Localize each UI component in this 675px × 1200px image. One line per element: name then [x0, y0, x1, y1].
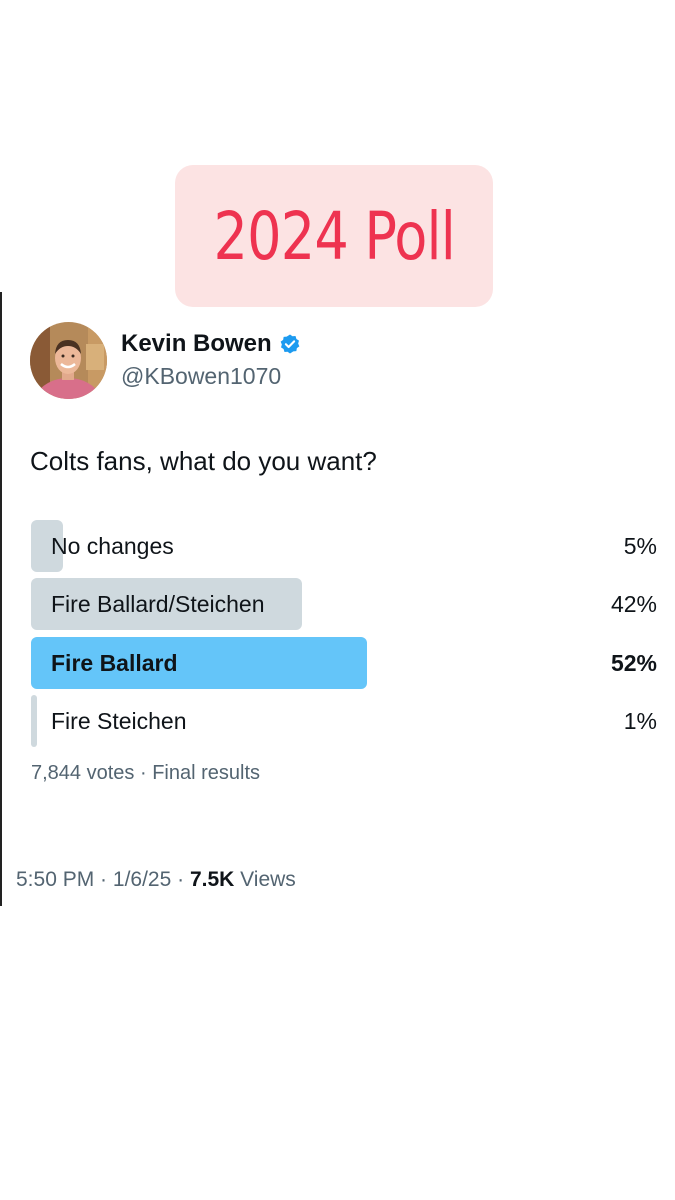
author-handle[interactable]: @KBowen1070: [121, 363, 281, 390]
poll-option-label: Fire Ballard/Steichen: [51, 591, 265, 617]
author-name-text[interactable]: Kevin Bowen: [121, 330, 272, 358]
poll-sticker: 2024 Poll: [175, 165, 493, 307]
poll-option-label: Fire Ballard: [51, 650, 178, 676]
poll-option: Fire Ballard/Steichen 42%: [31, 578, 657, 630]
avatar-image: [30, 322, 107, 399]
left-border: [0, 292, 2, 906]
poll-option-label: Fire Steichen: [51, 708, 187, 734]
poll-option-bar: [31, 695, 37, 747]
tweet-timestamp[interactable]: 5:50 PM · 1/6/25 · 7.5K Views: [16, 868, 296, 892]
poll-meta: 7,844 votes · Final results: [31, 762, 260, 785]
poll-votes: 7,844 votes: [31, 762, 135, 784]
poll-option-label: No changes: [51, 533, 174, 559]
views-label: Views: [240, 868, 296, 891]
poll-separator: ·: [134, 762, 153, 784]
poll-option-winner: Fire Ballard 52%: [31, 637, 657, 689]
tweet-time[interactable]: 5:50 PM: [16, 868, 94, 891]
poll-option-percent: 1%: [623, 708, 657, 734]
author-name[interactable]: Kevin Bowen: [121, 330, 301, 358]
poll-option-percent: 5%: [623, 533, 657, 559]
poll-option-percent: 52%: [610, 650, 657, 676]
poll-option: Fire Steichen 1%: [31, 695, 657, 747]
sticker-text: 2024 Poll: [213, 197, 455, 275]
verified-badge-icon: [279, 333, 301, 355]
avatar[interactable]: [30, 322, 107, 399]
poll-option-percent: 42%: [610, 591, 657, 617]
poll-status: Final results: [152, 762, 261, 784]
views-count: 7.5K: [189, 868, 235, 891]
tweet-date[interactable]: 1/6/25: [113, 868, 171, 891]
poll-option: No changes 5%: [31, 520, 657, 572]
tweet-text: Colts fans, what do you want?: [30, 446, 377, 476]
